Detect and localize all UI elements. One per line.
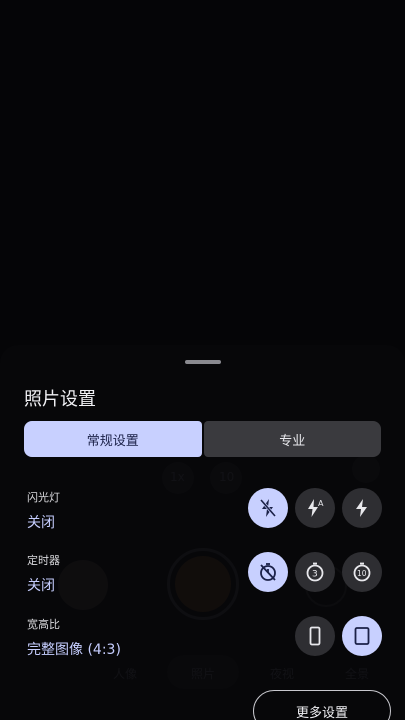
timer-value: 关闭 xyxy=(27,578,55,594)
tab-general[interactable]: 常规设置 xyxy=(24,421,202,457)
timer-10s-button[interactable]: 10 xyxy=(342,552,382,592)
more-settings-button[interactable]: 更多设置 xyxy=(253,690,391,720)
timer-label: 定时器 xyxy=(27,554,60,567)
flash-setting: 闪光灯 关闭 xyxy=(27,489,60,532)
aspect-4-3-button[interactable] xyxy=(342,616,382,656)
flash-value: 关闭 xyxy=(27,515,55,531)
flash-on-button[interactable] xyxy=(342,488,382,528)
flash-auto-button[interactable]: A xyxy=(295,488,335,528)
aspect-label: 宽高比 xyxy=(27,618,60,631)
aspect-9-16-button[interactable] xyxy=(295,616,335,656)
flash-off-button[interactable] xyxy=(248,488,288,528)
timer-3s-button[interactable]: 3 xyxy=(295,552,335,592)
aspect-portrait-9-16-icon xyxy=(309,626,321,646)
svg-text:3: 3 xyxy=(312,570,318,580)
flash-auto-icon: A xyxy=(308,499,324,517)
timer-10s-icon: 10 xyxy=(353,562,371,582)
aspect-4-3-icon xyxy=(354,627,370,645)
drag-handle[interactable] xyxy=(185,360,221,364)
flash-label: 闪光灯 xyxy=(27,491,60,504)
timer-setting: 定时器 关闭 xyxy=(27,552,60,595)
settings-tabs: 常规设置 专业 xyxy=(24,421,381,457)
sheet-title: 照片设置 xyxy=(24,389,96,410)
timer-off-button[interactable] xyxy=(248,552,288,592)
svg-text:A: A xyxy=(318,499,324,508)
flash-on-icon xyxy=(356,499,367,517)
photo-settings-sheet: 照片设置 常规设置 专业 闪光灯 关闭 A 定时器 关闭 3 10 宽高比 完整… xyxy=(0,345,405,720)
aspect-value: 完整图像 (4:3) xyxy=(27,642,121,658)
timer-off-icon xyxy=(260,563,276,581)
aspect-setting: 宽高比 完整图像 (4:3) xyxy=(27,616,121,659)
timer-3s-icon: 3 xyxy=(306,562,324,582)
svg-text:10: 10 xyxy=(357,569,367,578)
flash-off-icon xyxy=(259,499,277,517)
tab-pro[interactable]: 专业 xyxy=(203,421,381,457)
